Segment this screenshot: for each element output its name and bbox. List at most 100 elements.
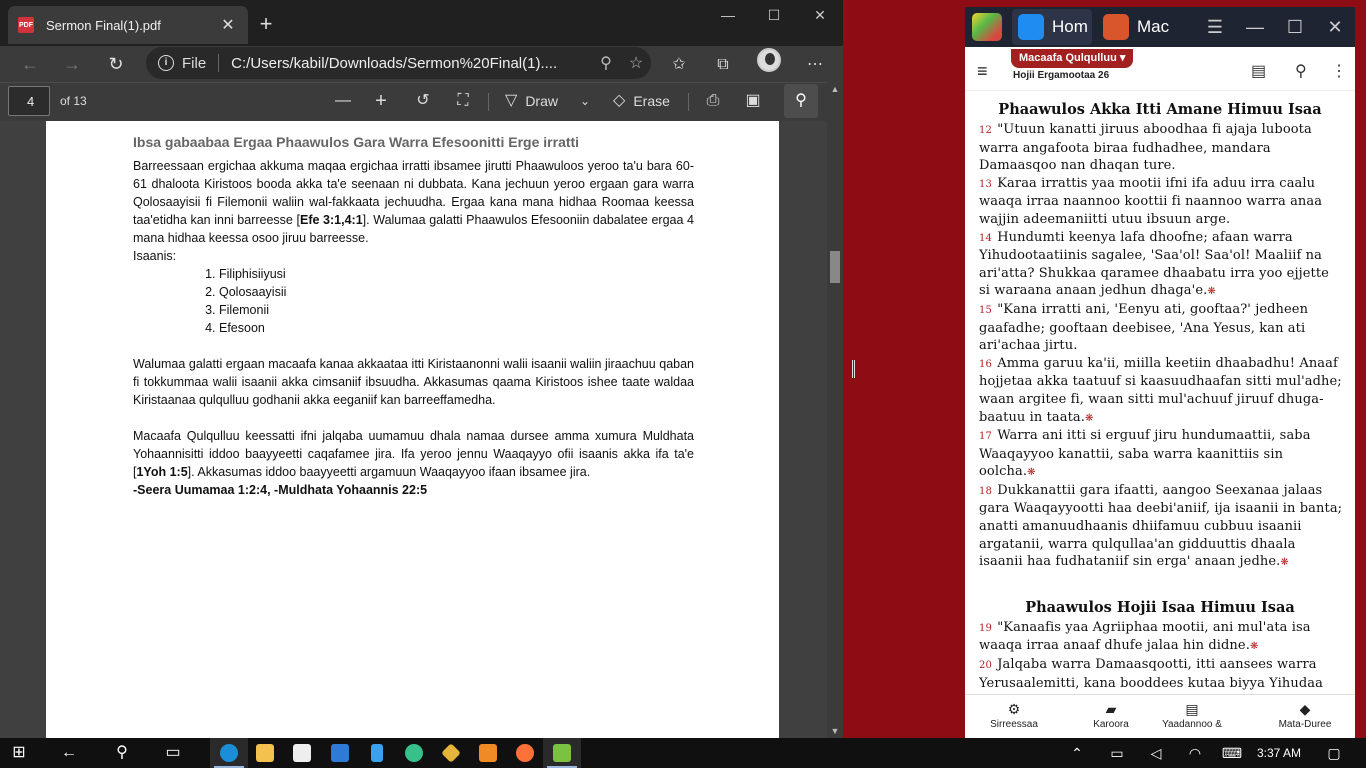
task-view-icon[interactable]: ▭: [154, 738, 192, 768]
bible-app-icon: [1103, 14, 1129, 40]
verse[interactable]: 15 "Kana irratti ani, 'Eenyu ati, goofta…: [965, 301, 1355, 355]
verse[interactable]: 20 Jalqaba warra Damaasqootti, itti aans…: [965, 656, 1355, 694]
verse[interactable]: 17 Warra ani itti si erguuf jiru hunduma…: [965, 427, 1355, 482]
footnote-marker-icon[interactable]: ❋: [1027, 467, 1035, 478]
store-icon[interactable]: [283, 738, 321, 768]
scroll-up-icon[interactable]: ▲: [827, 82, 843, 96]
nav-notes[interactable]: ▤ Yaadannoo &: [1147, 701, 1237, 730]
back-button[interactable]: ←: [14, 49, 46, 79]
pdf-viewer[interactable]: Ibsa gabaabaa Ergaa Phaawulos Gara Warra…: [0, 121, 827, 738]
favorites-icon[interactable]: ✩: [664, 51, 694, 79]
tab-bible-app[interactable]: Mac: [1097, 9, 1177, 45]
scroll-thumb[interactable]: [830, 251, 840, 283]
scroll-down-icon[interactable]: ▼: [827, 724, 843, 738]
bluestacks-taskbar-icon[interactable]: [543, 738, 581, 768]
verse[interactable]: 13 Karaa irrattis yaa mootii ifni ifa ad…: [965, 175, 1355, 229]
draw-button[interactable]: ▽ Draw: [505, 87, 558, 115]
maximize-button[interactable]: ☐: [751, 0, 797, 32]
tab-home[interactable]: Hom: [1012, 9, 1092, 45]
save-icon[interactable]: ▣: [740, 87, 766, 115]
close-tab-icon[interactable]: ✕: [218, 15, 238, 35]
minimize-button[interactable]: —: [1235, 11, 1275, 43]
verse-group: 19 "Kanaafis yaa Agriiphaa mootii, ani m…: [965, 619, 1355, 694]
nav-settings[interactable]: ⚙ Sirreessaa: [969, 701, 1059, 730]
notifications-icon[interactable]: ▢: [1323, 738, 1345, 768]
profile-avatar[interactable]: [757, 48, 781, 72]
wifi-icon[interactable]: ◠: [1184, 738, 1206, 768]
verse[interactable]: 12 "Utuun kanatti jiruus aboodhaa fi aja…: [965, 121, 1355, 175]
close-window-button[interactable]: ✕: [1315, 11, 1355, 43]
verse-number: 18: [979, 485, 996, 497]
menu-icon[interactable]: ≡: [977, 61, 988, 82]
new-tab-button[interactable]: +: [252, 10, 280, 38]
erase-button[interactable]: ◇ Erase: [613, 87, 670, 115]
address-bar[interactable]: i File C:/Users/kabil/Downloads/Sermon%2…: [146, 47, 651, 79]
keyboard-icon[interactable]: ⌨: [1218, 738, 1246, 768]
page-number-input[interactable]: 4: [8, 86, 50, 116]
search-icon[interactable]: ⚲: [1295, 61, 1307, 81]
verse[interactable]: 14 Hundumti keenya lafa dhoofne; afaan w…: [965, 229, 1355, 301]
windows-start-icon[interactable]: ⊞: [0, 738, 38, 768]
refresh-button[interactable]: ↻: [100, 49, 132, 79]
verse-number: 20: [979, 660, 996, 672]
parallel-text-icon[interactable]: ▤: [1251, 61, 1266, 81]
list-item: Filemonii: [219, 301, 694, 319]
maps-app-icon[interactable]: [395, 738, 433, 768]
tab-strip: PDF Sermon Final(1).pdf ✕ + — ☐ ✕: [0, 0, 843, 46]
battery-icon[interactable]: ▭: [1106, 738, 1128, 768]
firefox-icon[interactable]: [506, 738, 544, 768]
clock[interactable]: 3:37 AM: [1253, 738, 1305, 768]
url-text[interactable]: C:/Users/kabil/Downloads/Sermon%20Final(…: [231, 55, 591, 72]
footnote-marker-icon[interactable]: ❋: [1207, 286, 1215, 297]
zoom-in-icon[interactable]: +: [368, 87, 394, 115]
bluestacks-titlebar: Hom Mac ☰ — ☐ ✕: [965, 7, 1355, 47]
list-item: Qolosaayisii: [219, 283, 694, 301]
fit-page-icon[interactable]: ⛶: [450, 87, 476, 115]
tray-chevron-icon[interactable]: ⌃: [1066, 738, 1088, 768]
hamburger-menu-icon[interactable]: ☰: [1195, 11, 1235, 43]
rotate-icon[interactable]: ↺: [410, 87, 436, 115]
browser-tab[interactable]: PDF Sermon Final(1).pdf ✕: [8, 6, 248, 44]
footnote-marker-icon[interactable]: ❋: [1250, 641, 1258, 652]
footnote-marker-icon[interactable]: ❋: [1085, 413, 1093, 424]
nav-topics[interactable]: ◆ Mata-Duree: [1260, 701, 1350, 730]
chevron-down-icon[interactable]: ⌄: [575, 87, 595, 115]
favorite-star-icon[interactable]: ☆: [621, 53, 651, 73]
edge-taskbar-icon[interactable]: [210, 738, 248, 768]
home-icon: [1018, 14, 1044, 40]
notes-app-icon[interactable]: [358, 738, 396, 768]
forward-button[interactable]: →: [56, 49, 88, 79]
more-menu-icon[interactable]: ⋯: [800, 51, 830, 79]
verse[interactable]: 16 Amma garuu ka'ii, miilla keetiin dhaa…: [965, 355, 1355, 427]
more-options-icon[interactable]: ⋮: [1331, 61, 1347, 81]
minimize-button[interactable]: —: [705, 0, 751, 32]
verse-text: "Utuun kanatti jiruus aboodhaa fi ajaja …: [979, 122, 1312, 174]
verse-number: 15: [979, 304, 996, 316]
file-explorer-icon[interactable]: [246, 738, 284, 768]
bible-reader[interactable]: Phaawulos Akka Itti Amane Himuu Isaa 12 …: [965, 92, 1355, 694]
pdf-page: Ibsa gabaabaa Ergaa Phaawulos Gara Warra…: [46, 121, 779, 738]
print-icon[interactable]: ⎙: [700, 87, 726, 115]
pin-toolbar-icon[interactable]: ⚲: [784, 84, 818, 118]
verse-number: 17: [979, 431, 996, 443]
nav-reading-plan[interactable]: ▰ Karoora: [1066, 701, 1156, 730]
zoom-icon[interactable]: ⚲: [591, 53, 621, 73]
snap-splitter-handle[interactable]: [852, 360, 855, 378]
search-icon[interactable]: ⚲: [103, 738, 141, 768]
verse[interactable]: 18 Dukkanattii gara ifaatti, aangoo Seex…: [965, 482, 1355, 572]
volume-icon[interactable]: ◁: [1145, 738, 1167, 768]
back-arrow-icon[interactable]: ←: [50, 738, 88, 768]
maximize-button[interactable]: ☐: [1275, 11, 1315, 43]
close-window-button[interactable]: ✕: [797, 0, 843, 32]
site-info-icon[interactable]: i: [158, 55, 174, 71]
mail-icon[interactable]: [321, 738, 359, 768]
footnote-marker-icon[interactable]: ❋: [1280, 557, 1288, 568]
book-selector[interactable]: Macaafa Qulqulluu ▾: [1011, 49, 1134, 68]
verse[interactable]: 19 "Kanaafis yaa Agriiphaa mootii, ani m…: [965, 619, 1355, 656]
collections-icon[interactable]: ⧉: [708, 51, 738, 79]
chapter-label[interactable]: Hojii Ergamootaa 26: [1013, 70, 1109, 81]
vertical-scrollbar[interactable]: ▲ ▼: [827, 82, 843, 738]
zoom-out-icon[interactable]: —: [330, 87, 356, 115]
git-app-icon[interactable]: [432, 738, 470, 768]
sublime-icon[interactable]: [469, 738, 507, 768]
